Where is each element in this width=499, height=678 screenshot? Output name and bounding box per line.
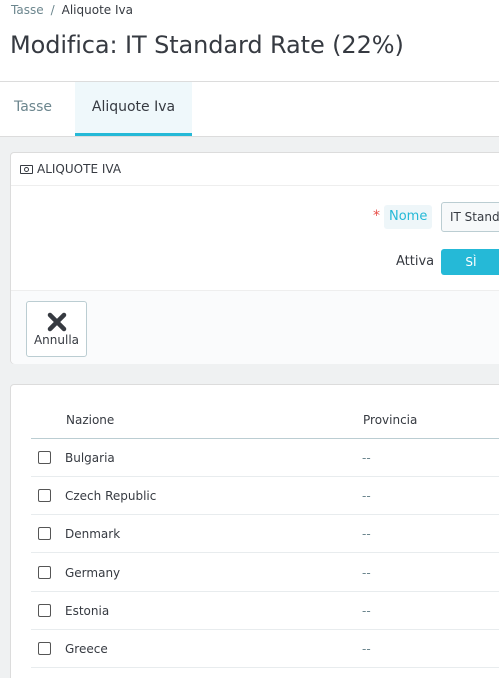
tab-aliquote-iva[interactable]: Aliquote Iva	[75, 82, 192, 136]
tab-tasse[interactable]: Tasse	[0, 82, 66, 136]
province-cell: --	[362, 642, 371, 656]
close-icon	[47, 312, 66, 332]
money-icon	[20, 164, 33, 174]
country-cell: Denmark	[65, 527, 121, 541]
row-checkbox[interactable]	[38, 642, 51, 655]
table-row: Germany --	[31, 554, 499, 592]
active-label: Attiva	[396, 254, 435, 269]
country-cell: Bulgaria	[65, 451, 115, 465]
breadcrumb-current: Aliquote Iva	[61, 3, 133, 17]
row-checkbox[interactable]	[38, 566, 51, 579]
row-checkbox[interactable]	[38, 527, 51, 540]
province-cell: --	[362, 566, 371, 580]
province-cell: --	[362, 451, 371, 465]
tab-bar: Tasse Aliquote Iva	[0, 82, 499, 137]
country-cell: Greece	[65, 642, 108, 656]
table-row: Bulgaria --	[31, 439, 499, 477]
country-cell: Germany	[65, 566, 121, 580]
column-header-nazione[interactable]: Nazione	[66, 413, 114, 427]
table-row: Denmark --	[31, 515, 499, 553]
country-cell: Estonia	[65, 604, 110, 618]
row-checkbox[interactable]	[38, 604, 51, 617]
table-row: Estonia --	[31, 592, 499, 630]
country-cell: Czech Republic	[65, 489, 157, 503]
breadcrumb-separator: /	[50, 3, 55, 17]
table-row: Greece --	[31, 630, 499, 668]
province-cell: --	[362, 527, 371, 541]
table-row: Czech Republic --	[31, 477, 499, 515]
page-title: Modifica: IT Standard Rate (22%)	[10, 31, 404, 59]
breadcrumb: Tasse / Aliquote Iva	[11, 3, 133, 17]
panel-footer: Annulla	[11, 290, 499, 364]
province-cell: --	[362, 604, 371, 618]
active-switch-yes[interactable]: SÌ	[441, 249, 499, 275]
cancel-button[interactable]: Annulla	[26, 301, 87, 357]
cancel-button-label: Annulla	[33, 333, 80, 347]
required-asterisk: *	[373, 208, 380, 224]
row-checkbox[interactable]	[38, 451, 51, 464]
page-header: Tasse / Aliquote Iva Modifica: IT Standard…	[0, 0, 499, 82]
countries-table-panel: Nazione Provincia Bulgaria -- Czech Repu…	[10, 384, 499, 678]
province-cell: --	[362, 489, 371, 503]
column-header-provincia[interactable]: Provincia	[363, 413, 417, 427]
panel-heading-title: ALIQUOTE IVA	[37, 162, 122, 176]
breadcrumb-parent-link[interactable]: Tasse	[11, 3, 44, 17]
name-label: Nome	[384, 205, 433, 229]
row-checkbox[interactable]	[38, 489, 51, 502]
tax-rule-form-panel: ALIQUOTE IVA * Nome IT Standa Attiva SÌ …	[10, 152, 499, 364]
panel-heading: ALIQUOTE IVA	[11, 153, 499, 186]
name-input[interactable]: IT Standa	[441, 202, 499, 232]
